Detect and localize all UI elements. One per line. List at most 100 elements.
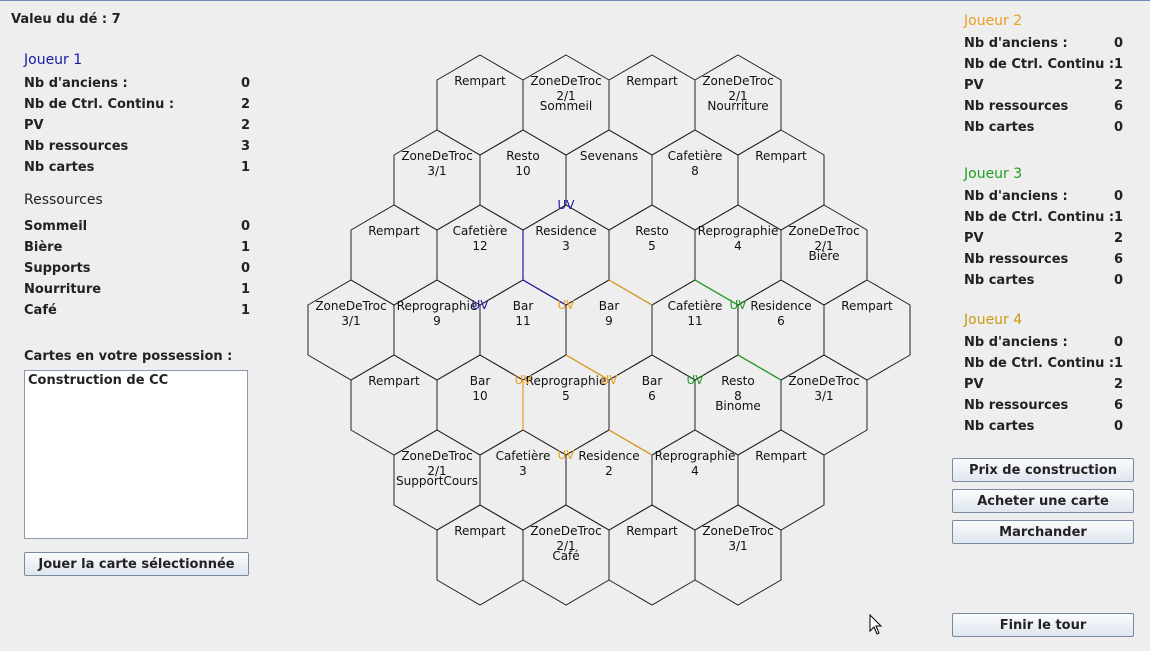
mouse-cursor-icon xyxy=(869,614,883,635)
hex-tile[interactable] xyxy=(737,279,825,381)
stat-value: 2 xyxy=(1113,231,1123,246)
tile-type: Cafetière xyxy=(496,449,551,463)
hex-tile[interactable] xyxy=(436,354,524,456)
tile-number: 3/1 xyxy=(814,389,833,403)
hex-tile[interactable] xyxy=(565,129,653,231)
hex-tile[interactable] xyxy=(651,279,739,381)
hex-tile[interactable] xyxy=(565,429,653,531)
hex-tile[interactable] xyxy=(608,204,696,306)
tile-number: 6 xyxy=(777,314,785,328)
hex-tile[interactable] xyxy=(565,279,653,381)
uv-marker[interactable]: UV xyxy=(558,448,576,462)
hex-tile[interactable] xyxy=(651,129,739,231)
stat-label: Nb de Ctrl. Continu : xyxy=(964,356,1115,371)
tile-type: Rempart xyxy=(755,149,807,163)
uv-marker[interactable]: UV xyxy=(730,298,748,312)
uv-marker[interactable]: UV xyxy=(558,298,576,312)
stat-value: 6 xyxy=(1113,252,1123,267)
stat-value: 1 xyxy=(1113,356,1123,371)
tile-type: Rempart xyxy=(626,524,678,538)
hex-tile[interactable] xyxy=(436,504,524,606)
tile-number: 12 xyxy=(472,239,487,253)
stat-label: Nb d'anciens : xyxy=(964,36,1068,51)
buy-card-button[interactable]: Acheter une carte xyxy=(952,489,1134,513)
stat-label: Nb cartes xyxy=(964,120,1035,135)
hex-tile[interactable] xyxy=(350,204,438,306)
hex-tile[interactable] xyxy=(522,204,610,306)
tile-type: Reprographie xyxy=(526,374,607,388)
hex-tile[interactable] xyxy=(479,129,567,231)
hex-tile[interactable] xyxy=(522,354,610,456)
uv-marker[interactable]: UV xyxy=(472,298,490,312)
tile-number: 4 xyxy=(734,239,742,253)
tile-type: Resto xyxy=(506,149,539,163)
tile-type: Residence xyxy=(535,224,596,238)
tile-type: ZoneDeTroc xyxy=(702,524,773,538)
stat-label: Nb de Ctrl. Continu : xyxy=(964,210,1115,225)
tile-type: Rempart xyxy=(454,524,506,538)
hex-tile[interactable] xyxy=(393,279,481,381)
hex-tile[interactable] xyxy=(608,504,696,606)
stat-value: 1 xyxy=(1113,210,1123,225)
tile-type: Cafetière xyxy=(668,299,723,313)
tile-resource: Café xyxy=(552,549,579,563)
tile-number: 3/1 xyxy=(728,539,747,553)
tile-number: 8 xyxy=(691,164,699,178)
tile-number: 2 xyxy=(605,464,613,478)
hex-tile[interactable] xyxy=(651,429,739,531)
stat-value: 0 xyxy=(1113,419,1123,434)
opponent-name: Joueur 4 xyxy=(964,312,1023,328)
tile-type: Cafetière xyxy=(668,149,723,163)
tile-resource: Binome xyxy=(715,399,761,413)
tile-type: Bar xyxy=(470,374,491,388)
tile-type: ZoneDeTroc xyxy=(315,299,386,313)
tile-type: Bar xyxy=(513,299,534,313)
stat-value: 0 xyxy=(1113,120,1123,135)
tile-number: 3 xyxy=(519,464,527,478)
uv-marker[interactable]: UV xyxy=(687,373,705,387)
hex-tile[interactable] xyxy=(393,129,481,231)
uv-marker[interactable]: UV xyxy=(515,373,533,387)
opponent-name: Joueur 2 xyxy=(964,13,1023,29)
stat-label: PV xyxy=(964,377,984,392)
stat-label: Nb de Ctrl. Continu : xyxy=(964,57,1115,72)
hex-tile[interactable] xyxy=(608,354,696,456)
opponent-name: Joueur 3 xyxy=(964,166,1023,182)
hex-tile[interactable] xyxy=(737,429,825,531)
tile-type: Resto xyxy=(635,224,668,238)
tile-type: ZoneDeTroc xyxy=(401,149,472,163)
hex-tile[interactable] xyxy=(307,279,395,381)
stat-value: 0 xyxy=(1113,335,1123,350)
price-button[interactable]: Prix de construction xyxy=(952,458,1134,482)
end-turn-button[interactable]: Finir le tour xyxy=(952,613,1134,637)
tile-type: ZoneDeTroc xyxy=(788,374,859,388)
stat-label: Nb d'anciens : xyxy=(964,335,1068,350)
tile-number: 3 xyxy=(562,239,570,253)
hex-tile[interactable] xyxy=(737,129,825,231)
trade-button[interactable]: Marchander xyxy=(952,520,1134,544)
hex-tile[interactable] xyxy=(479,279,567,381)
tile-number: 10 xyxy=(515,164,530,178)
hex-tile[interactable] xyxy=(694,504,782,606)
stat-value: 2 xyxy=(1113,377,1123,392)
hex-tile[interactable] xyxy=(479,429,567,531)
hex-tile[interactable] xyxy=(436,204,524,306)
hex-tile[interactable] xyxy=(350,354,438,456)
tile-number: 5 xyxy=(562,389,570,403)
tile-type: Bar xyxy=(642,374,663,388)
hex-tile[interactable] xyxy=(780,354,868,456)
tile-number: 6 xyxy=(648,389,656,403)
tile-number: 9 xyxy=(605,314,613,328)
stat-value: 0 xyxy=(1113,36,1123,51)
hex-tile[interactable] xyxy=(608,54,696,156)
stat-label: Nb d'anciens : xyxy=(964,189,1068,204)
hex-tile[interactable] xyxy=(823,279,911,381)
uv-marker[interactable]: UV xyxy=(601,373,619,387)
hex-tile[interactable] xyxy=(436,54,524,156)
stat-label: Nb ressources xyxy=(964,398,1069,413)
hex-tile[interactable] xyxy=(694,204,782,306)
stat-label: Nb ressources xyxy=(964,99,1069,114)
stat-value: 1 xyxy=(1113,57,1123,72)
tile-type: Reprographie xyxy=(397,299,478,313)
uv-marker[interactable]: UV xyxy=(558,198,576,212)
